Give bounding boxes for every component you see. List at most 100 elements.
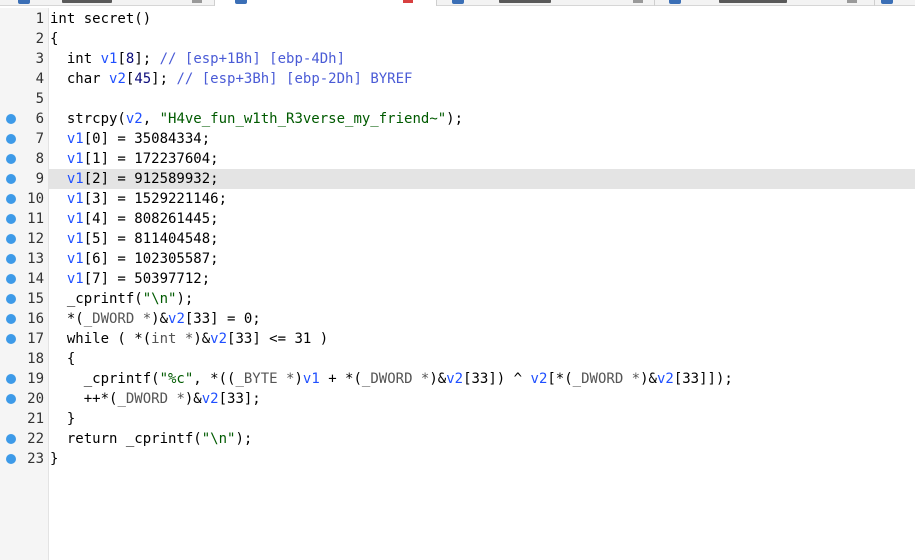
code-line[interactable]: 16 *(_DWORD *)&v2[33] = 0; [0,309,915,329]
breakpoint-dot-icon[interactable] [6,214,16,224]
breakpoint-dot-icon[interactable] [6,234,16,244]
breakpoint-dot-icon[interactable] [6,174,16,184]
code-token: strcpy( [66,111,126,127]
code-token: "\n" [201,431,236,447]
code-line[interactable]: 5 [0,89,915,109]
code-line[interactable]: 10 v1[3] = 1529221146; [0,189,915,209]
code-token: *( [66,311,84,327]
close-icon[interactable] [847,0,857,3]
code-line[interactable]: 7 v1[0] = 35084334; [0,129,915,149]
line-number: 15 [27,291,44,307]
code-line[interactable]: 22 return _cprintf("\n"); [0,429,915,449]
tab-strip [0,0,915,6]
code-token: [*( [547,371,573,387]
code-line[interactable]: 4 char v2[45]; // [esp+3Bh] [ebp-2Dh] BY… [0,69,915,89]
code-text: char v2[45]; // [esp+3Bh] [ebp-2Dh] BYRE… [50,69,413,89]
code-token: int secret() [50,11,152,27]
breakpoint-dot-icon[interactable] [6,194,16,204]
code-line[interactable]: 15 _cprintf("\n"); [0,289,915,309]
code-line[interactable]: 9 v1[2] = 912589932; [0,169,915,189]
code-token: v1 [66,191,84,207]
code-line[interactable]: 12 v1[5] = 811404548; [0,229,915,249]
code-line[interactable]: 21 } [0,409,915,429]
breakpoint-dot-icon[interactable] [6,274,16,284]
breakpoint-dot-icon[interactable] [6,254,16,264]
breakpoint-dot-icon[interactable] [6,454,16,464]
line-number: 7 [35,131,44,147]
code-token: v2 [210,331,228,347]
code-token: ); [235,431,253,447]
code-token: } [66,411,76,427]
code-line[interactable]: 17 while ( *(int *)&v2[33] <= 31 ) [0,329,915,349]
close-icon[interactable] [403,0,413,3]
code-token: , *(( [193,371,236,387]
code-line[interactable]: 3 int v1[8]; // [esp+1Bh] [ebp-4Dh] [0,49,915,69]
code-token: v1 [302,371,320,387]
code-line[interactable]: 20 ++*(_DWORD *)&v2[33]; [0,389,915,409]
line-number: 3 [35,51,44,67]
breakpoint-dot-icon[interactable] [6,334,16,344]
code-token: v1 [66,231,84,247]
code-token: ); [446,111,464,127]
code-token: [33]) ^ [463,371,531,387]
tab-hex-view[interactable] [437,0,655,6]
pseudocode-editor[interactable]: 1 int secret() 2{3 int v1[8]; // [esp+1Bh]… [0,8,915,560]
breakpoint-dot-icon[interactable] [6,434,16,444]
line-number: 10 [27,191,44,207]
code-token: "H4ve_fun_w1th_R3verse_my_friend~" [159,111,447,127]
code-text: int v1[8]; // [esp+1Bh] [ebp-4Dh] [50,49,345,69]
code-token: v1 [66,271,84,287]
code-text: v1[6] = 102305587; [50,249,219,269]
code-line[interactable]: 19 _cprintf("%c", *((_BYTE *)v1 + *(_DWO… [0,369,915,389]
code-token: v1 [66,251,84,267]
code-token: v2 [125,111,143,127]
code-token: // [esp+3Bh] [ebp-2Dh] BYREF [176,71,413,87]
pseudocode-icon [235,0,247,4]
code-token: v1 [66,151,84,167]
code-text: v1[3] = 1529221146; [50,189,227,209]
line-number: 6 [35,111,44,127]
code-line[interactable]: 6 strcpy(v2, "H4ve_fun_w1th_R3verse_my_f… [0,109,915,129]
code-token: v1 [66,171,84,187]
structures-icon [669,0,681,4]
tab-overflow[interactable] [875,0,915,6]
code-token: 45 [134,71,152,87]
line-number: 20 [27,391,44,407]
tab-pseudocode[interactable] [215,0,437,6]
code-text: *(_DWORD *)&v2[33] = 0; [50,309,261,329]
code-line[interactable]: 11 v1[4] = 808261445; [0,209,915,229]
code-token: while ( *( [66,331,152,347]
tab-ida-view[interactable] [0,0,215,6]
code-token: int * [151,331,194,347]
close-icon[interactable] [633,0,643,3]
code-token: int [66,51,101,67]
code-line[interactable]: 23} [0,449,915,469]
code-line[interactable]: 14 v1[7] = 50397712; [0,269,915,289]
code-token: _cprintf( [83,371,160,387]
code-line[interactable]: 13 v1[6] = 102305587; [0,249,915,269]
code-line[interactable]: 2{ [0,29,915,49]
code-line[interactable]: 1 int secret() [0,9,915,29]
breakpoint-dot-icon[interactable] [6,374,16,384]
breakpoint-dot-icon[interactable] [6,114,16,124]
code-line[interactable]: 8 v1[1] = 172237604; [0,149,915,169]
code-line[interactable]: 18 { [0,349,915,369]
breakpoint-dot-icon[interactable] [6,134,16,144]
close-icon[interactable] [192,0,202,3]
code-text: _cprintf("%c", *((_BYTE *)v1 + *(_DWORD … [50,369,733,389]
code-token: )& [640,371,657,387]
breakpoint-dot-icon[interactable] [6,314,16,324]
code-token: } [50,451,59,467]
breakpoint-dot-icon[interactable] [6,154,16,164]
code-text: strcpy(v2, "H4ve_fun_w1th_R3verse_my_fri… [50,109,463,129]
code-token: v2 [530,371,548,387]
line-number: 16 [27,311,44,327]
code-token: "%c" [159,371,194,387]
line-number: 9 [35,171,44,187]
tab-structures[interactable] [655,0,875,6]
code-token: return _cprintf( [66,431,202,447]
code-text: ++*(_DWORD *)&v2[33]; [50,389,261,409]
tab-label [499,0,551,3]
breakpoint-dot-icon[interactable] [6,394,16,404]
breakpoint-dot-icon[interactable] [6,294,16,304]
